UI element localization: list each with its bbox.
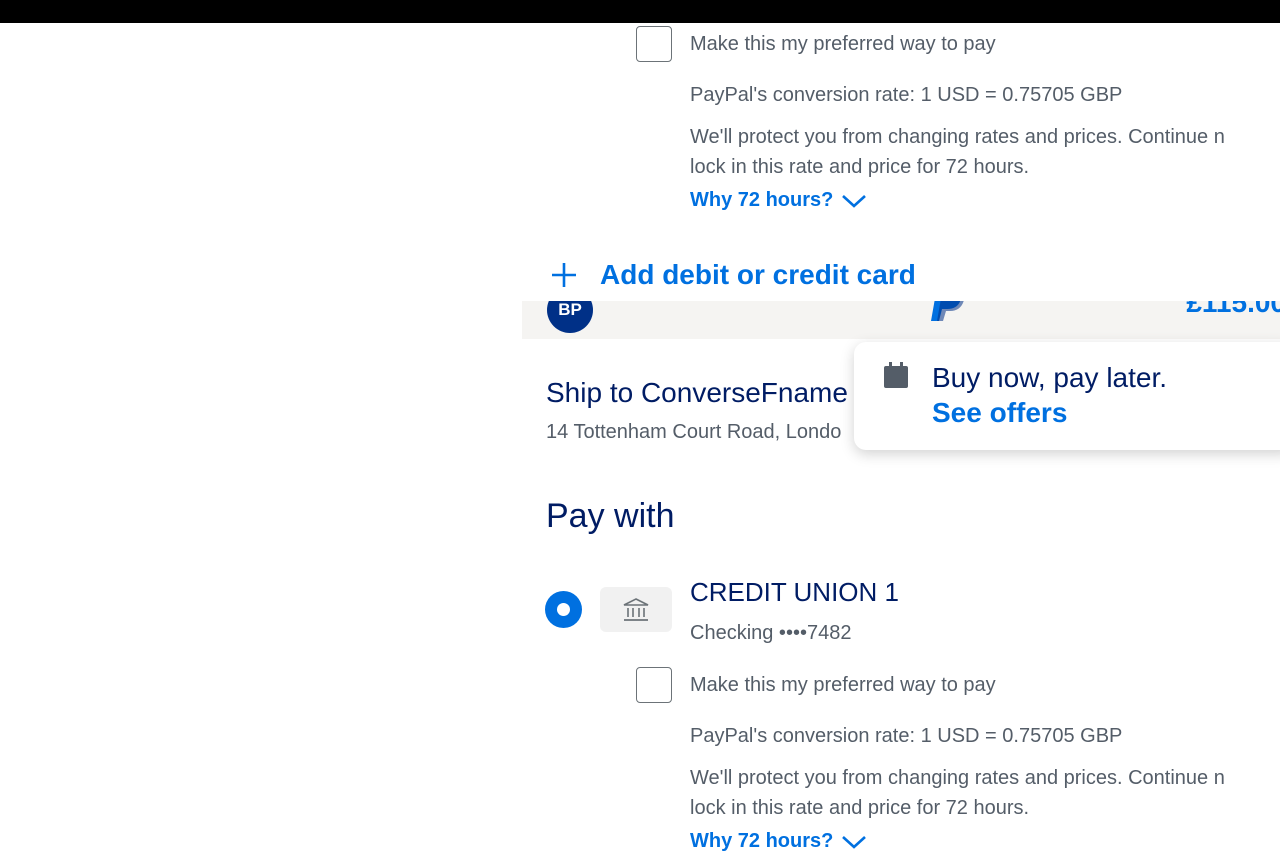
pay-later-popover: Buy now, pay later. See offers [854, 342, 1280, 450]
conversion-rate-top: PayPal's conversion rate: 1 USD = 0.7570… [690, 84, 1123, 106]
preferred-label-top: Make this my preferred way to pay [690, 33, 996, 55]
pay-with-heading: Pay with [546, 497, 675, 535]
preferred-checkbox[interactable] [636, 667, 672, 703]
why-72-hours-label: Why 72 hours? [690, 189, 834, 211]
bank-tile [600, 587, 672, 632]
conversion-rate: PayPal's conversion rate: 1 USD = 0.7570… [690, 725, 1123, 747]
credit-union-radio[interactable] [545, 591, 582, 628]
why-72-hours-link-top[interactable]: Why 72 hours? [690, 189, 867, 212]
plus-icon[interactable] [549, 260, 579, 290]
why-72-hours-label: Why 72 hours? [690, 830, 834, 852]
protect-text-line1: We'll protect you from changing rates an… [690, 767, 1225, 789]
bank-account: Checking ••••7482 [690, 622, 852, 644]
preferred-label: Make this my preferred way to pay [690, 674, 996, 696]
bank-name: CREDIT UNION 1 [690, 577, 899, 607]
why-72-hours-link[interactable]: Why 72 hours? [690, 830, 867, 853]
avatar: BP [547, 301, 593, 333]
order-amount: £115.00 [1186, 301, 1280, 318]
top-black-bar [0, 0, 1280, 23]
ship-to-address: 14 Tottenham Court Road, Londo [546, 421, 842, 443]
calendar-icon [884, 362, 908, 388]
chevron-down-icon [842, 194, 867, 208]
bank-icon [623, 597, 649, 621]
see-offers-link[interactable]: See offers [932, 397, 1067, 429]
pay-later-headline: Buy now, pay later. [932, 362, 1168, 393]
ship-to-title: Ship to ConverseFname [546, 377, 848, 408]
add-debit-credit-card-link[interactable]: Add debit or credit card [600, 259, 916, 291]
protect-text-line2: lock in this rate and price for 72 hours… [690, 797, 1030, 819]
paypal-logo-icon [931, 301, 964, 321]
chevron-down-icon [842, 835, 867, 849]
preferred-checkbox-top[interactable] [636, 26, 672, 62]
protect-text-line1-top: We'll protect you from changing rates an… [690, 126, 1225, 148]
checkout-header-strip: BP £115.00 [522, 301, 1280, 339]
protect-text-line2-top: lock in this rate and price for 72 hours… [690, 156, 1030, 178]
